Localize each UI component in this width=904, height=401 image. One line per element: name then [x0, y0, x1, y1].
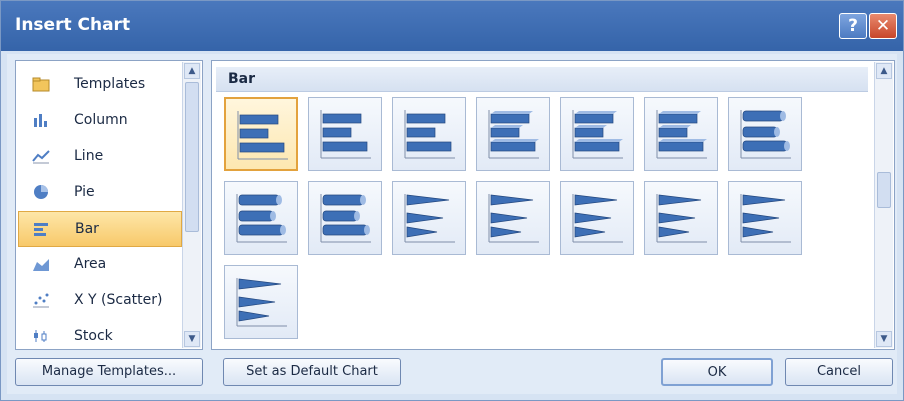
stock-chart-icon [32, 328, 50, 344]
manage-templates-button[interactable]: Manage Templates... [15, 358, 203, 386]
category-item-line[interactable]: Line [18, 139, 182, 175]
folder-icon [32, 76, 50, 92]
chart-thumbnail-stacked-horizontal-cone[interactable] [476, 181, 550, 255]
chart-subtype-gallery: Bar ▲ ▼ [211, 60, 895, 350]
category-item-templates[interactable]: Templates [18, 67, 182, 103]
scroll-down-arrow[interactable]: ▼ [184, 331, 200, 347]
dialog-body: Templates Column Line Pie Bar Area X Y (Scatte… [7, 54, 897, 394]
area-chart-icon [32, 256, 50, 272]
gallery-scrollbar[interactable]: ▲ ▼ [874, 62, 893, 348]
category-item-area[interactable]: Area [18, 247, 182, 283]
dialog-title: Insert Chart [15, 15, 131, 35]
bar-chart-preview-icon [572, 194, 623, 243]
chart-thumbnail-stacked-bar[interactable] [308, 97, 382, 171]
category-label: X Y (Scatter) [74, 292, 163, 308]
chart-thumbnail-clustered-horizontal-cone[interactable] [392, 181, 466, 255]
chart-thumbnail-100-stacked-horizontal-pyramid[interactable] [224, 265, 298, 339]
chart-thumbnail-stacked-bar-3d[interactable] [560, 97, 634, 171]
chart-thumbnail-100-stacked-horizontal-cylinder[interactable] [308, 181, 382, 255]
bar-chart-preview-icon [740, 194, 791, 243]
chart-thumbnail-clustered-horizontal-cylinder[interactable] [728, 97, 802, 171]
close-button[interactable]: ✕ [869, 13, 897, 39]
chart-thumbnail-100-stacked-bar-3d[interactable] [644, 97, 718, 171]
bar-chart-preview-icon [320, 110, 371, 159]
column-chart-icon [32, 112, 50, 128]
insert-chart-dialog: Insert Chart ? ✕ Templates Column Line Pie B… [0, 0, 904, 401]
scroll-up-arrow[interactable]: ▲ [184, 63, 200, 79]
bar-chart-icon [33, 221, 51, 237]
bar-chart-preview-icon [236, 194, 287, 243]
gallery-section-title: Bar [228, 71, 256, 87]
category-label: Pie [74, 184, 95, 200]
chart-thumbnail-clustered-bar-3d[interactable] [476, 97, 550, 171]
set-default-chart-button[interactable]: Set as Default Chart [223, 358, 401, 386]
category-label: Bar [75, 221, 99, 237]
chart-thumbnail-stacked-horizontal-pyramid[interactable] [728, 181, 802, 255]
bar-chart-preview-icon [404, 194, 455, 243]
cancel-button[interactable]: Cancel [785, 358, 893, 386]
chart-thumbnail-clustered-bar[interactable] [224, 97, 298, 171]
ok-button[interactable]: OK [661, 358, 773, 386]
gallery-section-header: Bar [216, 67, 868, 92]
scatter-chart-icon [32, 292, 50, 308]
gallery-scroll-thumb[interactable] [877, 172, 891, 208]
pie-chart-icon [32, 184, 50, 200]
category-item-x-y-scatter[interactable]: X Y (Scatter) [18, 283, 182, 319]
chart-category-list[interactable]: Templates Column Line Pie Bar Area X Y (Scatte… [15, 60, 203, 350]
category-items: Templates Column Line Pie Bar Area X Y (Scatte… [18, 67, 182, 349]
title-bar: Insert Chart ? ✕ [1, 1, 903, 51]
category-label: Stock [74, 328, 113, 344]
bar-chart-preview-icon [572, 110, 623, 159]
line-chart-icon [32, 148, 50, 164]
bar-chart-preview-icon [488, 194, 539, 243]
category-label: Line [74, 148, 104, 164]
bar-chart-preview-icon [656, 194, 707, 243]
category-item-pie[interactable]: Pie [18, 175, 182, 211]
chart-thumbnail-clustered-horizontal-pyramid[interactable] [644, 181, 718, 255]
bar-chart-preview-icon [404, 110, 455, 159]
help-button[interactable]: ? [839, 13, 867, 39]
gallery-scroll-up-arrow[interactable]: ▲ [876, 63, 892, 79]
chart-thumbnail-stacked-horizontal-cylinder[interactable] [224, 181, 298, 255]
bar-chart-preview-icon [488, 110, 539, 159]
category-label: Templates [74, 76, 146, 92]
category-item-stock[interactable]: Stock [18, 319, 182, 349]
chart-thumbnail-100-stacked-bar[interactable] [392, 97, 466, 171]
category-label: Column [74, 112, 128, 128]
bar-chart-preview-icon [237, 111, 288, 160]
category-scrollbar[interactable]: ▲ ▼ [182, 62, 201, 348]
category-label: Area [74, 256, 107, 272]
bar-chart-preview-icon [656, 110, 707, 159]
bar-chart-preview-icon [236, 278, 287, 327]
category-item-bar[interactable]: Bar [18, 211, 182, 247]
gallery-scroll-down-arrow[interactable]: ▼ [876, 331, 892, 347]
scroll-thumb[interactable] [185, 82, 199, 232]
bar-chart-preview-icon [320, 194, 371, 243]
bar-chart-preview-icon [740, 110, 791, 159]
category-item-column[interactable]: Column [18, 103, 182, 139]
chart-thumbnail-100-stacked-horizontal-cone[interactable] [560, 181, 634, 255]
